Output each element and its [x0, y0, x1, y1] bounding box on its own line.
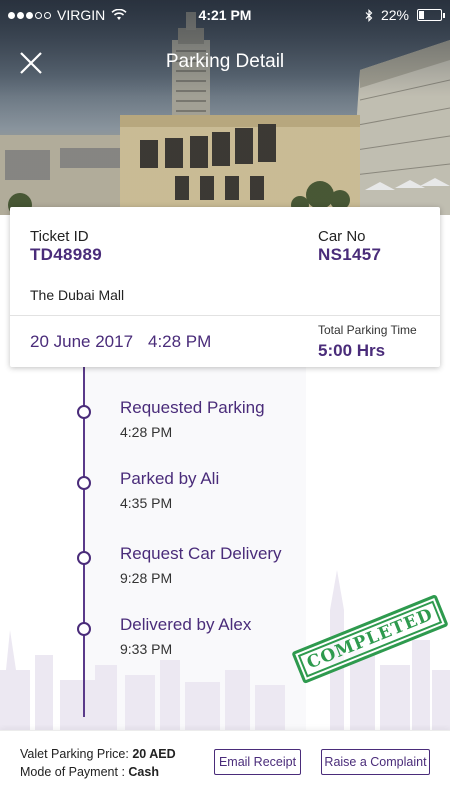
timeline-dot-icon: [77, 405, 91, 419]
ticket-id-value: TD48989: [30, 245, 103, 264]
car-number-label: Car No: [318, 228, 366, 245]
valet-price-label: Valet Parking Price:: [20, 747, 129, 761]
parking-time: 4:28 PM: [148, 332, 212, 351]
email-receipt-button[interactable]: Email Receipt: [214, 749, 301, 775]
timeline-event-title: Requested Parking: [120, 398, 265, 417]
payment-mode-line: Mode of Payment : Cash: [20, 763, 176, 781]
signal-strength-icon: [8, 11, 51, 19]
timeline-dot-icon: [77, 622, 91, 636]
total-parking-time-value: 5:00 Hrs: [318, 341, 386, 360]
payment-mode-value: Cash: [128, 765, 159, 779]
card-divider: [10, 315, 440, 316]
ticket-id-label: Ticket ID: [30, 228, 89, 245]
timeline-dot-icon: [77, 551, 91, 565]
parking-date: 20 June 2017: [30, 332, 134, 351]
battery-percent: 22%: [380, 7, 409, 23]
bluetooth-icon: [365, 8, 373, 22]
page-title: Parking Detail: [165, 51, 285, 72]
status-time: 4:21 PM: [198, 7, 252, 23]
timeline-event-time: 4:28 PM: [120, 424, 173, 440]
valet-price-value: 20 AED: [132, 747, 176, 761]
battery-icon: [417, 9, 445, 21]
timeline-dot-icon: [77, 476, 91, 490]
timeline-event-title: Parked by Ali: [120, 469, 220, 488]
valet-price-line: Valet Parking Price: 20 AED: [20, 745, 176, 763]
timeline-section: Requested Parking 4:28 PM Parked by Ali …: [0, 367, 450, 730]
payment-mode-label: Mode of Payment :: [20, 765, 125, 779]
timeline-line: [83, 367, 85, 717]
timeline-event-title: Delivered by Alex: [120, 615, 252, 634]
ticket-card: Ticket ID TD48989 Car No NS1457 The Duba…: [10, 207, 440, 367]
timeline-event-time: 9:28 PM: [120, 570, 173, 586]
wifi-icon: [111, 9, 127, 20]
ticket-id-group: Ticket ID TD48989: [30, 228, 102, 265]
timeline-event-time: 4:35 PM: [120, 495, 173, 511]
timeline-event-title: Request Car Delivery: [120, 544, 282, 563]
raise-complaint-button[interactable]: Raise a Complaint: [321, 749, 430, 775]
timeline-event-time: 9:33 PM: [120, 641, 173, 657]
close-icon: [20, 52, 42, 74]
close-button[interactable]: [14, 46, 48, 80]
navigation-bar: Parking Detail: [0, 38, 450, 86]
car-number-value: NS1457: [318, 245, 382, 264]
status-bar: VIRGIN 4:21 PM 22%: [0, 0, 450, 30]
footer-bar: Valet Parking Price: 20 AED Mode of Paym…: [0, 730, 450, 800]
header-background-photo: [0, 0, 450, 215]
parking-location: The Dubai Mall: [30, 287, 125, 303]
carrier-name: VIRGIN: [57, 7, 106, 23]
payment-info: Valet Parking Price: 20 AED Mode of Paym…: [20, 745, 176, 781]
total-parking-time-label: Total Parking Time: [318, 323, 417, 337]
car-number-group: Car No NS1457: [318, 228, 381, 265]
